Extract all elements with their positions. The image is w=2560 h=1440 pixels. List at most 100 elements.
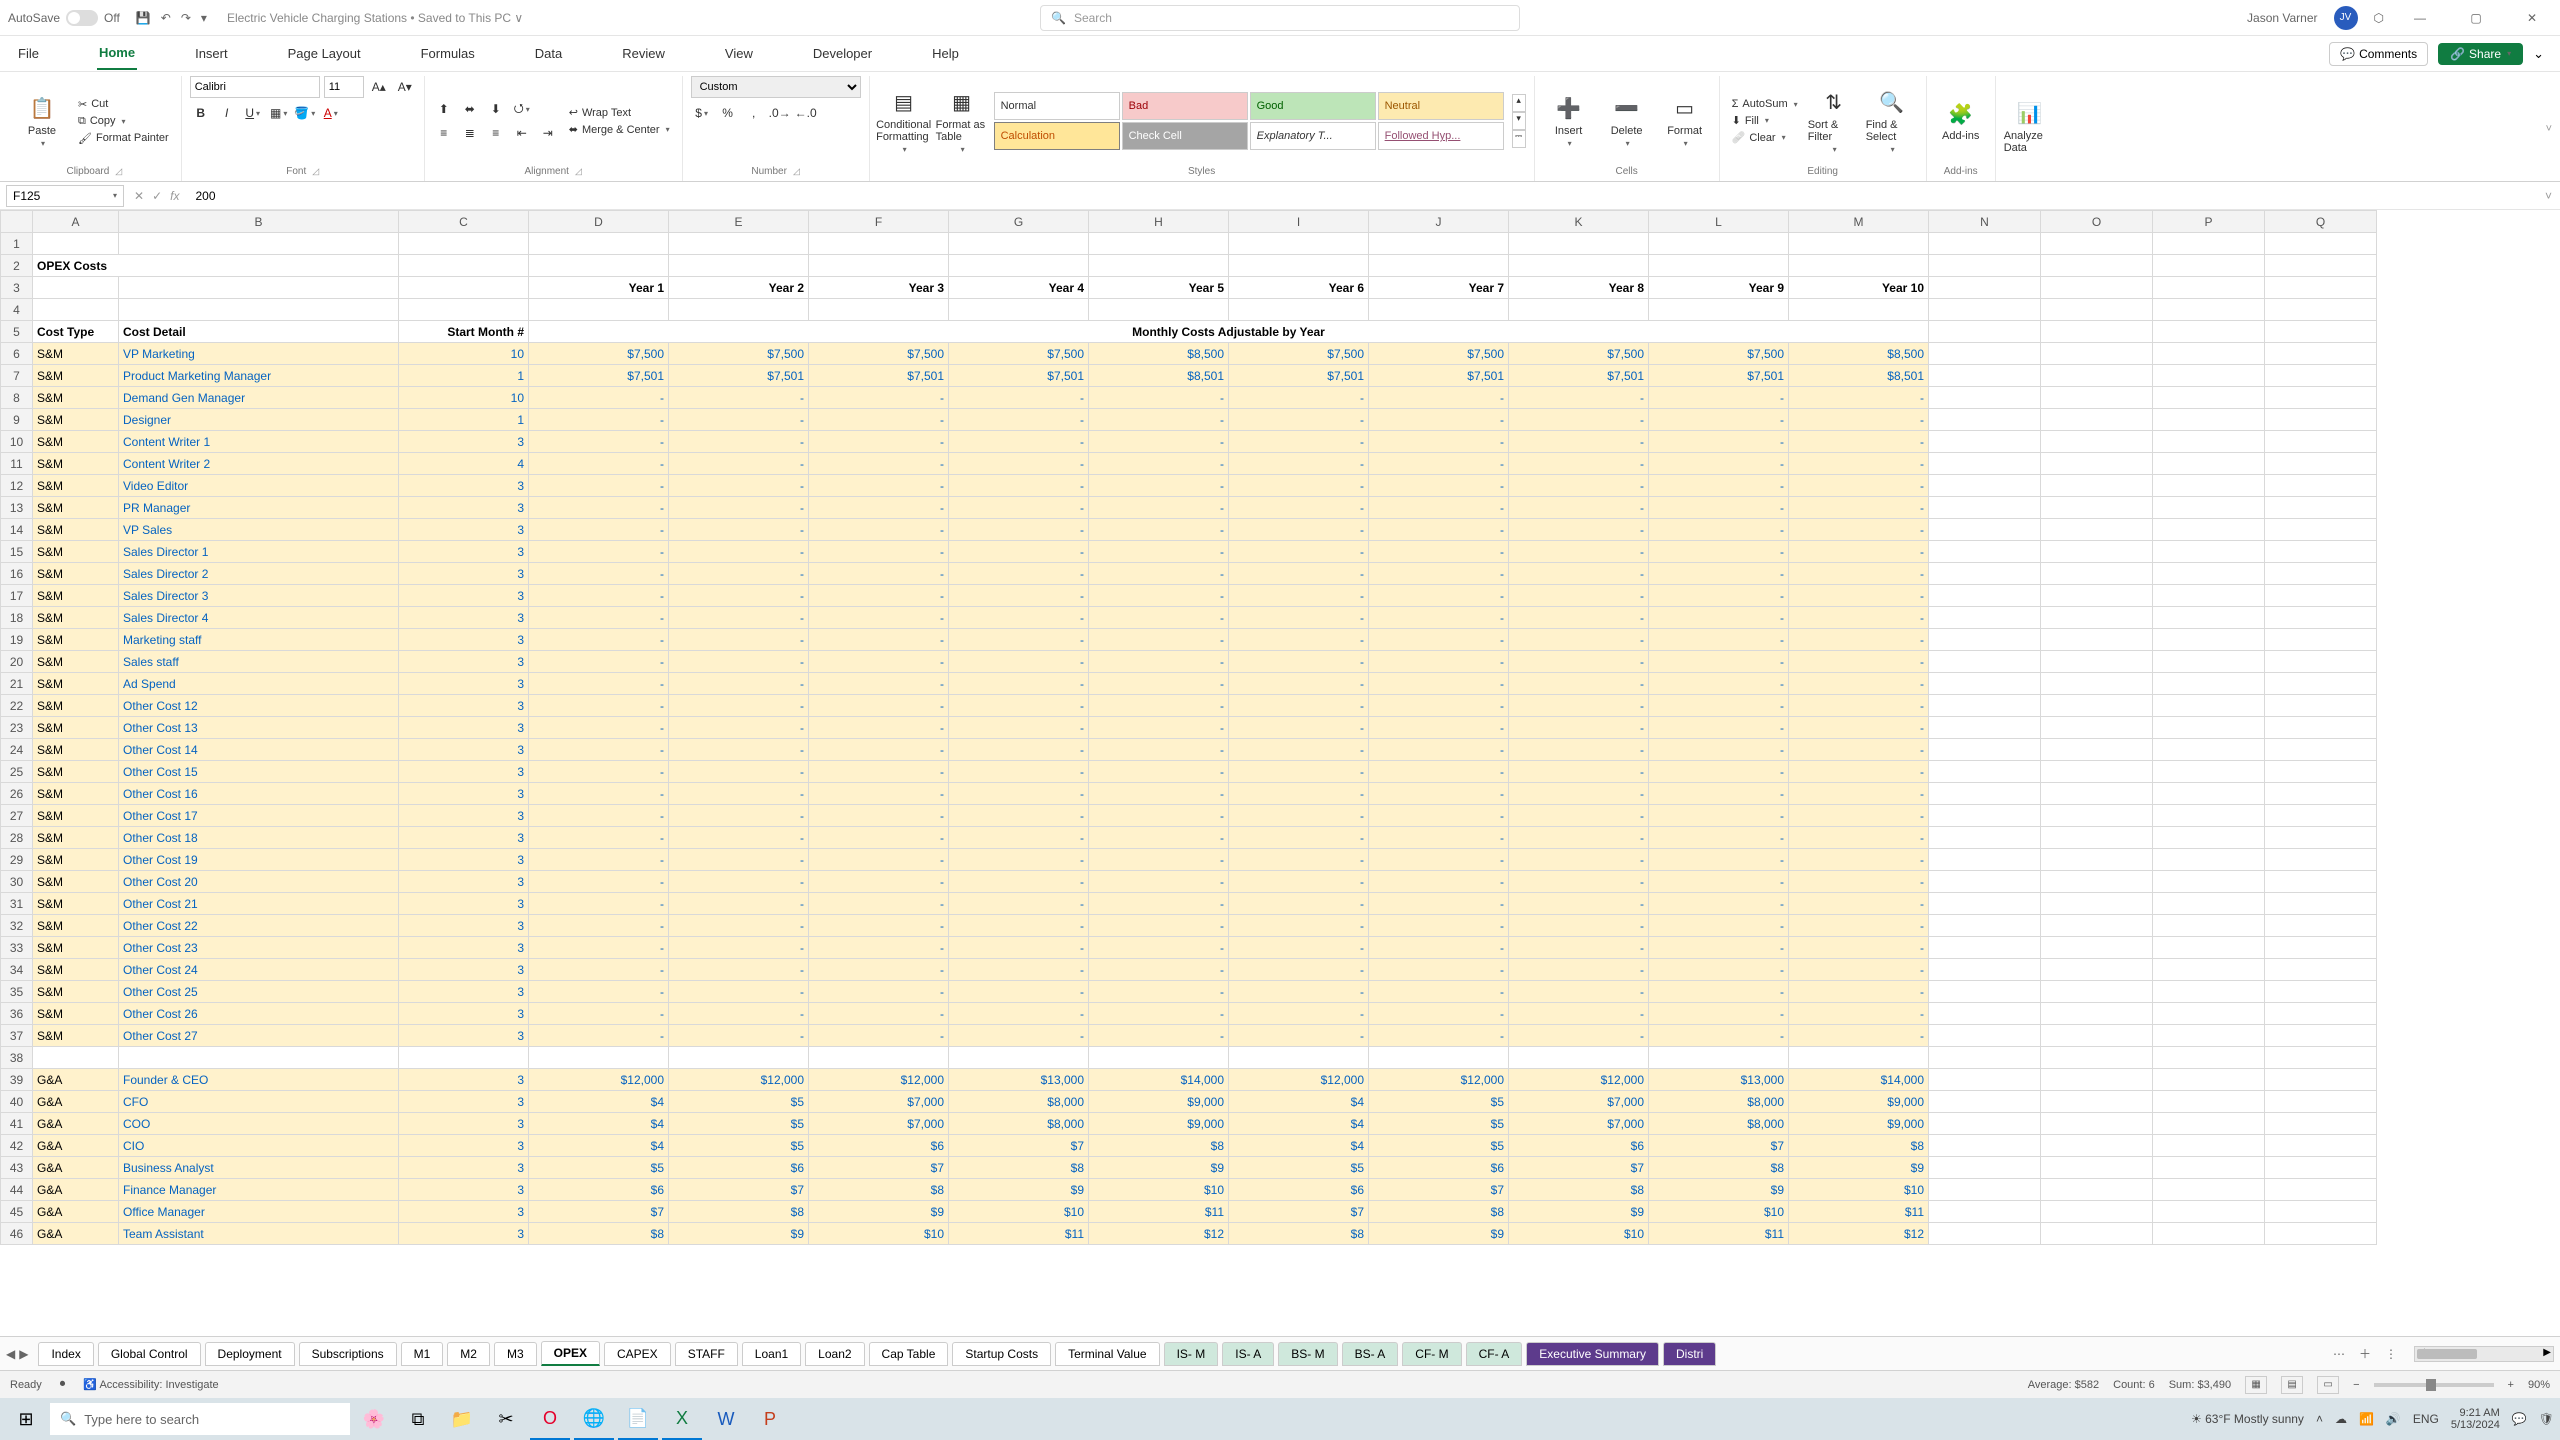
cost-type-cell[interactable]: G&A	[33, 1179, 119, 1201]
sheet-tab-executive-summary[interactable]: Executive Summary	[1526, 1342, 1659, 1366]
cost-detail-cell[interactable]: CFO	[119, 1091, 399, 1113]
cell[interactable]	[1929, 343, 2041, 365]
zoom-in-icon[interactable]: +	[2508, 1379, 2514, 1391]
style-calculation[interactable]: Calculation	[994, 122, 1120, 150]
cost-detail-cell[interactable]: Sales Director 1	[119, 541, 399, 563]
value-cell[interactable]: -	[1509, 915, 1649, 937]
value-cell[interactable]: -	[809, 475, 949, 497]
value-cell[interactable]: -	[1509, 1025, 1649, 1047]
cost-detail-cell[interactable]: Other Cost 13	[119, 717, 399, 739]
start-month-cell[interactable]: 3	[399, 695, 529, 717]
cell[interactable]	[2041, 541, 2153, 563]
cell[interactable]	[2265, 1201, 2377, 1223]
format-as-table-button[interactable]: ▦Format as Table▾	[936, 89, 988, 154]
cost-type-cell[interactable]: G&A	[33, 1091, 119, 1113]
value-cell[interactable]: -	[1089, 783, 1229, 805]
cost-type-cell[interactable]: S&M	[33, 959, 119, 981]
cell[interactable]	[1929, 893, 2041, 915]
cell[interactable]	[1649, 299, 1789, 321]
percent-icon[interactable]: %	[717, 102, 739, 124]
row-header-35[interactable]: 35	[1, 981, 33, 1003]
value-cell[interactable]: -	[1649, 651, 1789, 673]
fill-button[interactable]: ⬇ Fill ▾	[1728, 113, 1802, 128]
merge-center-button[interactable]: ⬌ Merge & Center ▾	[565, 122, 674, 137]
row-header-18[interactable]: 18	[1, 607, 33, 629]
cell[interactable]	[2153, 651, 2265, 673]
cell[interactable]	[809, 233, 949, 255]
cost-detail-cell[interactable]: PR Manager	[119, 497, 399, 519]
cell[interactable]	[1789, 233, 1929, 255]
value-cell[interactable]: -	[669, 893, 809, 915]
value-cell[interactable]: -	[669, 541, 809, 563]
cell[interactable]	[1509, 1047, 1649, 1069]
cell[interactable]	[2265, 519, 2377, 541]
value-cell[interactable]: $7,500	[1649, 343, 1789, 365]
flower-background-icon[interactable]: 🌸	[354, 1398, 394, 1440]
value-cell[interactable]: $8	[949, 1157, 1089, 1179]
cell[interactable]	[1929, 1047, 2041, 1069]
sheet-tab-bs-m[interactable]: BS- M	[1278, 1342, 1337, 1366]
align-right-icon[interactable]: ≡	[485, 122, 507, 144]
cell[interactable]	[1789, 299, 1929, 321]
value-cell[interactable]: $9	[1509, 1201, 1649, 1223]
value-cell[interactable]: -	[1789, 849, 1929, 871]
column-header-H[interactable]: H	[1089, 211, 1229, 233]
value-cell[interactable]: -	[1089, 651, 1229, 673]
sheet-tab-cf-m[interactable]: CF- M	[1402, 1342, 1461, 1366]
cell[interactable]	[1929, 321, 2041, 343]
row-header-28[interactable]: 28	[1, 827, 33, 849]
value-cell[interactable]: -	[1089, 695, 1229, 717]
cell[interactable]	[1929, 233, 2041, 255]
value-cell[interactable]: -	[529, 453, 669, 475]
cost-type-cell[interactable]: S&M	[33, 893, 119, 915]
cell[interactable]	[1369, 233, 1509, 255]
tray-chevron-icon[interactable]: ˄	[2316, 1412, 2323, 1426]
cell[interactable]	[1929, 365, 2041, 387]
value-cell[interactable]: $12,000	[1229, 1069, 1369, 1091]
cell[interactable]	[1929, 497, 2041, 519]
start-month-cell[interactable]: 3	[399, 1069, 529, 1091]
cost-type-cell[interactable]: S&M	[33, 915, 119, 937]
value-cell[interactable]: -	[1229, 563, 1369, 585]
value-cell[interactable]: -	[669, 519, 809, 541]
value-cell[interactable]: -	[809, 893, 949, 915]
cell[interactable]	[2153, 805, 2265, 827]
value-cell[interactable]: -	[1089, 805, 1229, 827]
value-cell[interactable]: -	[809, 717, 949, 739]
cost-type-cell[interactable]: S&M	[33, 541, 119, 563]
cell[interactable]	[2153, 563, 2265, 585]
ribbon-tab-developer[interactable]: Developer	[811, 38, 874, 69]
cell[interactable]	[2041, 1113, 2153, 1135]
align-middle-icon[interactable]: ⬌	[459, 98, 481, 120]
value-cell[interactable]: -	[529, 695, 669, 717]
cost-detail-cell[interactable]: CIO	[119, 1135, 399, 1157]
row-header-31[interactable]: 31	[1, 893, 33, 915]
value-cell[interactable]: -	[669, 651, 809, 673]
value-cell[interactable]: $5	[669, 1113, 809, 1135]
value-cell[interactable]: -	[1509, 475, 1649, 497]
start-month-cell[interactable]: 3	[399, 871, 529, 893]
border-button[interactable]: ▦▾	[268, 102, 290, 124]
comma-icon[interactable]: ,	[743, 102, 765, 124]
cell[interactable]	[2153, 937, 2265, 959]
cell[interactable]	[2265, 343, 2377, 365]
column-header-A[interactable]: A	[33, 211, 119, 233]
value-cell[interactable]: $8	[529, 1223, 669, 1245]
value-cell[interactable]: -	[1649, 673, 1789, 695]
value-cell[interactable]: -	[1649, 783, 1789, 805]
style-check-cell[interactable]: Check Cell	[1122, 122, 1248, 150]
value-cell[interactable]: $8	[1229, 1223, 1369, 1245]
value-cell[interactable]: -	[1229, 893, 1369, 915]
cost-detail-cell[interactable]: Ad Spend	[119, 673, 399, 695]
cell[interactable]	[2041, 717, 2153, 739]
value-cell[interactable]: -	[1649, 959, 1789, 981]
value-cell[interactable]: $6	[1369, 1157, 1509, 1179]
notepad-icon[interactable]: 📄	[618, 1398, 658, 1440]
cell[interactable]	[1929, 739, 2041, 761]
value-cell[interactable]: $7,500	[529, 343, 669, 365]
cell[interactable]	[2041, 585, 2153, 607]
cell[interactable]	[2041, 651, 2153, 673]
value-cell[interactable]: -	[669, 827, 809, 849]
start-month-cell[interactable]: 1	[399, 365, 529, 387]
cost-type-cell[interactable]: S&M	[33, 365, 119, 387]
